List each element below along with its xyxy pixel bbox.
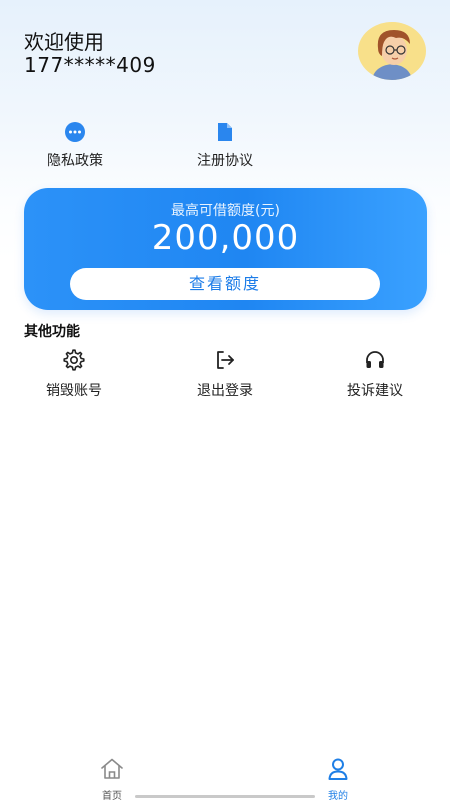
credit-limit-card: 最高可借额度(元) 200,000 查看额度 <box>24 188 427 310</box>
quick-links: 隐私政策 注册协议 <box>0 120 450 170</box>
headphones-icon <box>366 351 384 368</box>
privacy-policy-link[interactable]: 隐私政策 <box>20 120 130 170</box>
delete-account-button[interactable]: 销毁账号 <box>14 348 134 400</box>
welcome-text: 欢迎使用 <box>24 30 104 54</box>
function-label: 退出登录 <box>197 383 253 399</box>
complaint-suggestion-button[interactable]: 投诉建议 <box>315 348 435 400</box>
home-icon <box>101 758 123 779</box>
quick-link-label: 注册协议 <box>197 153 253 169</box>
tab-label-home: 首页 <box>102 791 122 800</box>
bottom-tab-bar: 首页 我的 <box>0 750 450 800</box>
chat-bubble-icon <box>65 122 85 142</box>
function-label: 销毁账号 <box>46 383 102 399</box>
user-header: 欢迎使用 177*****409 <box>24 30 156 76</box>
profile-page: 欢迎使用 177*****409 隐私政策 注册协议 最高可借额度(元) 200… <box>0 0 450 800</box>
function-label: 投诉建议 <box>347 383 403 399</box>
view-limit-button[interactable]: 查看额度 <box>70 268 380 300</box>
tab-label-mine: 我的 <box>328 791 348 800</box>
user-icon <box>328 758 348 780</box>
registration-agreement-link[interactable]: 注册协议 <box>170 120 280 170</box>
tab-mine[interactable]: 我的 <box>298 756 378 800</box>
logout-icon <box>217 351 234 369</box>
tab-home[interactable]: 首页 <box>72 756 152 800</box>
avatar[interactable] <box>358 22 426 80</box>
other-functions-title: 其他功能 <box>24 324 80 340</box>
document-icon <box>218 123 232 141</box>
home-indicator <box>135 795 315 798</box>
phone-number: 177*****409 <box>24 53 156 77</box>
quick-link-label: 隐私政策 <box>47 153 103 169</box>
gear-icon <box>63 349 85 371</box>
cartoon-avatar-icon <box>363 22 421 80</box>
credit-limit-title: 最高可借额度(元) <box>171 203 280 219</box>
credit-limit-amount: 200,000 <box>151 218 300 258</box>
logout-button[interactable]: 退出登录 <box>165 348 285 400</box>
